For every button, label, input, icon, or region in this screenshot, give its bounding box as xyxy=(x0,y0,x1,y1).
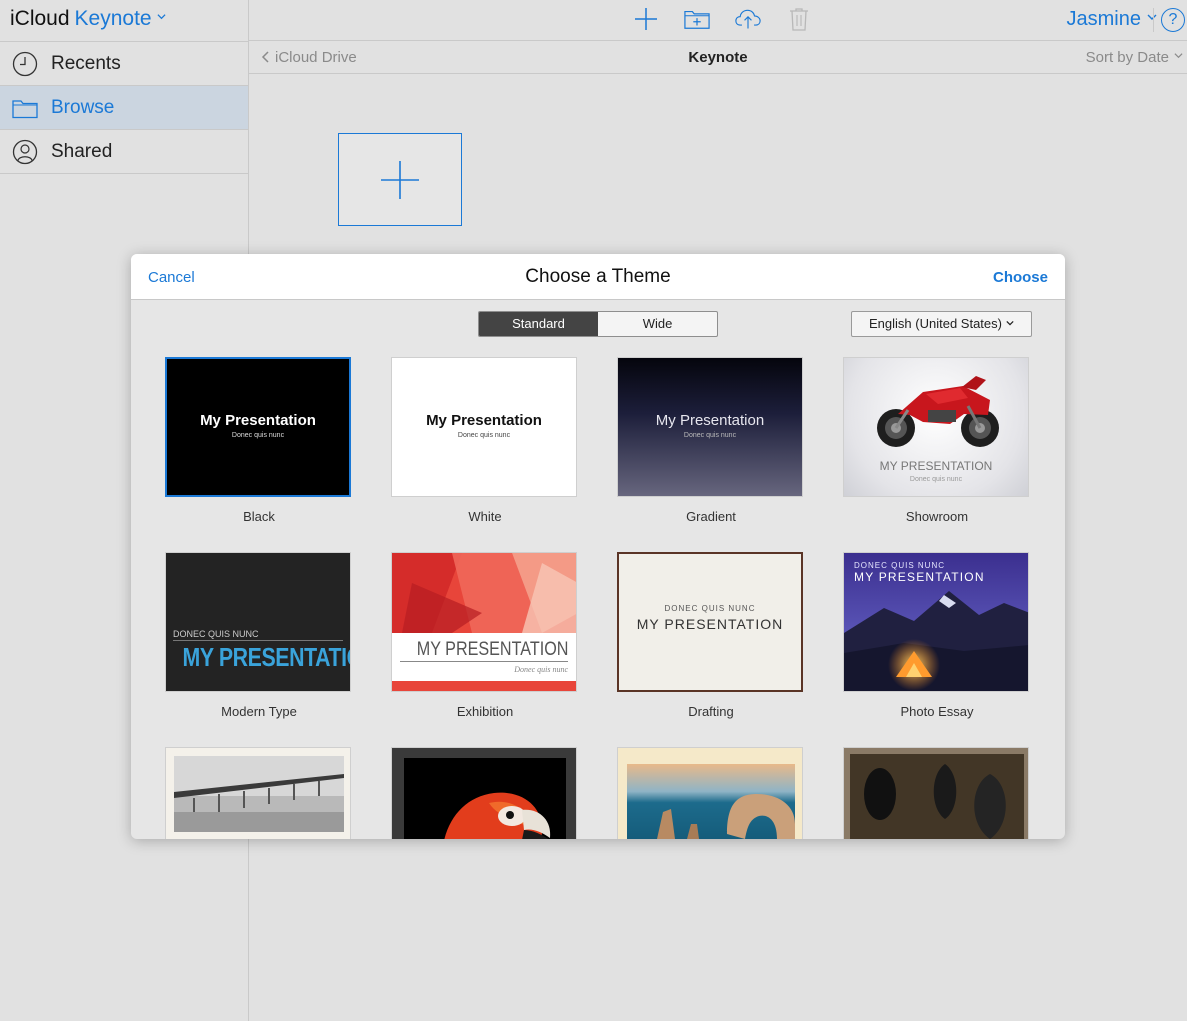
segment-wide[interactable]: Wide xyxy=(598,312,717,336)
language-select[interactable]: English (United States) xyxy=(851,311,1032,337)
pottery-image xyxy=(850,754,1024,839)
theme-grid: My Presentation Donec quis nunc Black My… xyxy=(131,354,1065,839)
sort-label: Sort by Date xyxy=(1085,49,1169,66)
thumbnail-title: MY PRESENTATION xyxy=(182,642,350,672)
sidebar-item-label: Browse xyxy=(51,96,115,118)
thumbnail-title: MY PRESENTATION xyxy=(636,616,784,632)
theme-tile-row3-4[interactable] xyxy=(843,747,1031,839)
upload-icon[interactable] xyxy=(735,6,761,32)
theme-thumbnail: DONEC QUIS NUNC MY PRESENTATION xyxy=(165,552,351,692)
theme-tile-row3-2[interactable] xyxy=(391,747,579,839)
theme-tile-black[interactable]: My Presentation Donec quis nunc Black xyxy=(165,357,353,525)
theme-thumbnail xyxy=(165,747,351,839)
theme-thumbnail: MY PRESENTATION Donec quis nunc xyxy=(843,357,1029,497)
theme-tile-gradient[interactable]: My Presentation Donec quis nunc Gradient xyxy=(617,357,805,525)
thumbnail-title: MY PRESENTATION xyxy=(416,639,568,660)
thumbnail-subtitle: Donec quis nunc xyxy=(457,432,511,439)
sidebar-item-label: Shared xyxy=(51,140,113,162)
thumbnail-subtitle: Donec quis nunc xyxy=(909,476,963,483)
sidebar-item-recents[interactable]: Recents xyxy=(0,42,248,86)
theme-thumbnail: MY PRESENTATION Donec quis nunc xyxy=(391,552,577,692)
chevron-down-icon xyxy=(1174,53,1183,59)
theme-tile-showroom[interactable]: MY PRESENTATION Donec quis nunc Showroom xyxy=(843,357,1031,525)
navbar: iCloud Drive Keynote Sort by Date xyxy=(249,41,1187,74)
sidebar-item-shared[interactable]: Shared xyxy=(0,130,248,174)
theme-thumbnail: DONEC QUIS NUNC MY PRESENTATION xyxy=(843,552,1029,692)
app-brand[interactable]: iCloud Keynote xyxy=(10,6,166,34)
thumbnail-subtitle: Donec quis nunc xyxy=(514,665,568,674)
theme-thumbnail xyxy=(391,747,577,839)
parrot-image xyxy=(404,758,566,839)
clock-icon xyxy=(12,51,38,77)
theme-tile-row3-3[interactable] xyxy=(617,747,805,839)
sidebar-nav: Recents Browse Shared xyxy=(0,41,248,174)
theme-tile-drafting[interactable]: DONEC QUIS NUNC MY PRESENTATION Drafting xyxy=(617,552,805,720)
sidebar-item-browse[interactable]: Browse xyxy=(0,86,248,130)
theme-name: Gradient xyxy=(686,509,736,524)
theme-name: Photo Essay xyxy=(900,704,974,719)
thumbnail-subtitle: DONEC QUIS NUNC xyxy=(173,629,259,639)
new-document-button[interactable] xyxy=(338,133,462,226)
theme-name: Drafting xyxy=(688,704,734,719)
user-menu[interactable]: Jasmine xyxy=(1067,8,1157,31)
bridge-photo-image xyxy=(174,756,344,832)
thumbnail-subtitle: Donec quis nunc xyxy=(683,432,737,439)
theme-name: Black xyxy=(243,509,275,524)
chevron-down-icon xyxy=(1147,14,1157,20)
theme-name: Modern Type xyxy=(221,704,297,719)
abstract-red-strip xyxy=(392,681,576,691)
theme-name: Exhibition xyxy=(456,704,514,719)
theme-thumbnail: My Presentation Donec quis nunc xyxy=(617,357,803,497)
theme-thumbnail xyxy=(617,747,803,839)
theme-tile-white[interactable]: My Presentation Donec quis nunc White xyxy=(391,357,579,525)
theme-tile-modern-type[interactable]: DONEC QUIS NUNC MY PRESENTATION Modern T… xyxy=(165,552,353,720)
plus-icon[interactable] xyxy=(633,6,659,32)
abstract-red-image xyxy=(392,553,576,633)
brand-app-name[interactable]: Keynote xyxy=(75,7,152,30)
thumbnail-subtitle: DONEC QUIS NUNC xyxy=(854,561,946,570)
theme-thumbnail xyxy=(843,747,1029,839)
thumbnail-subtitle: DONEC QUIS NUNC xyxy=(664,604,756,613)
page-title: Keynote xyxy=(688,49,748,66)
sort-menu[interactable]: Sort by Date xyxy=(1086,49,1183,66)
theme-name: White xyxy=(468,509,502,524)
choose-theme-dialog: Cancel Choose a Theme Choose Standard Wi… xyxy=(131,254,1065,839)
theme-tile-photo-essay[interactable]: DONEC QUIS NUNC MY PRESENTATION Photo Es… xyxy=(843,552,1031,720)
thumbnail-title: My Presentation xyxy=(200,412,316,429)
theme-thumbnail: DONEC QUIS NUNC MY PRESENTATION xyxy=(617,552,803,692)
help-icon[interactable]: ? xyxy=(1161,8,1185,32)
toolbar-divider xyxy=(1153,8,1154,32)
motorcycle-image xyxy=(877,376,999,447)
aspect-segmented-control: Standard Wide xyxy=(478,311,718,337)
segment-standard[interactable]: Standard xyxy=(479,312,598,336)
choose-button[interactable]: Choose xyxy=(993,269,1048,286)
sidebar-item-label: Recents xyxy=(51,52,121,74)
thumbnail-title: MY PRESENTATION xyxy=(854,570,985,584)
chevron-down-icon[interactable] xyxy=(157,12,166,21)
folder-icon xyxy=(12,95,38,121)
theme-name: Showroom xyxy=(905,509,969,524)
theme-thumbnail: My Presentation Donec quis nunc xyxy=(165,357,351,497)
thumbnail-rule xyxy=(400,661,568,662)
person-icon xyxy=(12,139,38,165)
dialog-title: Choose a Theme xyxy=(525,266,671,287)
language-value: English (United States) xyxy=(869,316,1002,331)
thumbnail-title: My Presentation xyxy=(426,412,542,429)
user-name: Jasmine xyxy=(1066,8,1141,30)
thumbnail-subtitle: Donec quis nunc xyxy=(231,432,285,439)
thumbnail-title: My Presentation xyxy=(655,412,765,429)
thumbnail-title: MY PRESENTATION xyxy=(879,459,993,473)
toolbar: Jasmine ? xyxy=(249,0,1187,41)
theme-tile-row3-1[interactable] xyxy=(165,747,353,839)
chevron-down-icon xyxy=(1006,320,1014,326)
sea-arch-image xyxy=(627,764,795,839)
thumbnail-rule xyxy=(173,640,343,641)
trash-icon[interactable] xyxy=(786,6,812,32)
theme-thumbnail: My Presentation Donec quis nunc xyxy=(391,357,577,497)
new-folder-icon[interactable] xyxy=(684,6,710,32)
brand-icloud: iCloud xyxy=(10,7,70,30)
plus-icon xyxy=(381,160,419,199)
dialog-header: Cancel Choose a Theme Choose xyxy=(131,254,1065,300)
theme-tile-exhibition[interactable]: MY PRESENTATION Donec quis nunc Exhibiti… xyxy=(391,552,579,720)
